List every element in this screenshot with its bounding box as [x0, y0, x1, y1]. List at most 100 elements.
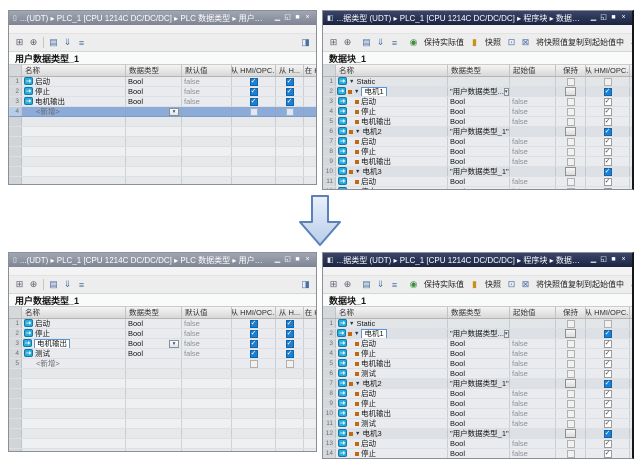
expand-triangle-icon[interactable]: ▼	[349, 321, 354, 327]
close-button[interactable]: ×	[619, 254, 628, 266]
hmi-opc-checkbox[interactable]: ✓	[603, 419, 612, 428]
startvalue-cell[interactable]: false	[510, 187, 556, 189]
defaultvalue-cell[interactable]: false	[182, 339, 232, 348]
insert-row-icon[interactable]: ⊞	[327, 36, 340, 49]
retain-checkbox[interactable]	[566, 419, 575, 428]
restore-button[interactable]: ◱	[283, 12, 292, 24]
hmi-opc-checkbox[interactable]: ✓	[603, 157, 612, 166]
datatype-cell[interactable]: Bool	[448, 97, 510, 106]
hmi-opc-checkbox[interactable]: ✓	[603, 389, 612, 398]
defaultvalue-cell[interactable]: false	[182, 349, 232, 358]
startvalue-cell[interactable]	[510, 379, 556, 388]
name-cell[interactable]: 启动	[336, 339, 448, 348]
datatype-dropdown-button[interactable]: ▾	[503, 87, 509, 96]
hmi-opc-checkbox[interactable]: ✓	[603, 429, 612, 438]
table-row[interactable]: 2 停止 Bool false ✓ ✓ ✓	[9, 329, 316, 339]
datatype-cell[interactable]: Bool	[448, 157, 510, 166]
startvalue-cell[interactable]	[510, 87, 556, 96]
hmi-opc-checkbox[interactable]: ✓	[603, 339, 612, 348]
datatype-cell[interactable]: Bool	[126, 349, 182, 358]
datatype-cell[interactable]: Bool	[448, 349, 510, 358]
name-edit-field[interactable]: 电机1	[361, 329, 387, 338]
hmi-opc-checkbox[interactable]	[249, 107, 258, 116]
table-row[interactable]: 4停止Boolfalse✓✓✓	[323, 107, 632, 117]
hmi-opc-checkbox[interactable]: ✓	[603, 107, 612, 116]
hmi-opc-checkbox[interactable]: ✓	[603, 349, 612, 358]
retain-checkbox[interactable]	[565, 87, 576, 96]
maximize-button[interactable]: ■	[293, 254, 302, 266]
startvalue-cell[interactable]: false	[510, 157, 556, 166]
hmi-opc-checkbox[interactable]: ✓	[603, 399, 612, 408]
toolbar-label[interactable]: 将快照值复制到起始值中	[533, 279, 627, 290]
startvalue-cell[interactable]: false	[510, 339, 556, 348]
download-icon[interactable]: ⇓	[61, 36, 74, 49]
name-cell[interactable]: 电机输出	[22, 339, 126, 348]
datatype-cell[interactable]: Bool	[448, 399, 510, 408]
expand-icon[interactable]: ◨	[299, 36, 312, 49]
table-row[interactable]: 6测试Boolfalse✓✓✓	[323, 369, 632, 379]
defaultvalue-cell[interactable]: false	[182, 97, 232, 106]
retain-checkbox[interactable]	[565, 429, 576, 438]
maximize-button[interactable]: ■	[609, 254, 618, 266]
name-cell[interactable]: 停止	[336, 107, 448, 116]
table-row[interactable]: 11启动Boolfalse✓✓✓	[323, 177, 632, 187]
defaultvalue-cell[interactable]: false	[182, 87, 232, 96]
restore-button[interactable]: ◱	[599, 12, 608, 24]
defaultvalue-cell[interactable]: false	[182, 77, 232, 86]
datatype-cell[interactable]: Bool	[448, 389, 510, 398]
name-cell[interactable]: ▼ 电机3	[336, 167, 448, 176]
retain-checkbox[interactable]	[566, 77, 575, 86]
restore-button[interactable]: ◱	[599, 254, 608, 266]
name-cell[interactable]: ▼ 电机1	[336, 87, 448, 96]
name-cell[interactable]: ▼ Static	[336, 77, 448, 86]
datatype-cell[interactable]	[126, 359, 182, 368]
name-cell[interactable]: 启动	[336, 137, 448, 146]
datatype-cell[interactable]: Bool	[126, 97, 182, 106]
datatype-cell[interactable]	[448, 77, 510, 86]
datatype-cell[interactable]: "用户数据类型_1"	[448, 167, 510, 176]
hmi-opc-checkbox[interactable]: ✓	[603, 449, 612, 458]
from-hmi-checkbox[interactable]: ✓	[285, 87, 294, 96]
hmi-opc-checkbox[interactable]: ✓	[249, 87, 258, 96]
snapshot-icon[interactable]: ⊡	[505, 278, 518, 291]
retain-checkbox[interactable]	[566, 349, 575, 358]
from-hmi-checkbox[interactable]: ✓	[285, 329, 294, 338]
hmi-opc-checkbox[interactable]	[249, 359, 258, 368]
table-row[interactable]: 5电机输出Boolfalse✓✓✓	[323, 117, 632, 127]
table-row[interactable]: 3启动Boolfalse✓✓✓	[323, 339, 632, 349]
from-hmi-checkbox[interactable]: ✓	[285, 97, 294, 106]
toolbar-label[interactable]: 将快照值复制到起始值中	[533, 37, 627, 48]
expand-triangle-icon[interactable]: ▼	[355, 129, 360, 135]
startvalue-cell[interactable]: false	[510, 389, 556, 398]
datatype-cell[interactable]: Bool	[126, 329, 182, 338]
table-row[interactable]: 8停止Boolfalse✓✓✓	[323, 147, 632, 157]
download-icon[interactable]: ⇓	[374, 36, 387, 49]
startvalue-cell[interactable]: false	[510, 147, 556, 156]
table-row[interactable]: 3 电机输出 Bool ▾ false ✓ ✓ ✓	[9, 339, 316, 349]
startvalue-cell[interactable]: false	[510, 399, 556, 408]
hmi-opc-checkbox[interactable]: ✓	[603, 87, 612, 96]
hmi-opc-checkbox[interactable]	[603, 319, 612, 328]
datatype-cell[interactable]: "用户数据类型_1"	[448, 127, 510, 136]
datatype-cell[interactable]: Bool	[448, 107, 510, 116]
toolbar-label[interactable]: 保持实际值	[421, 279, 467, 290]
datatype-cell[interactable]: Bool	[126, 87, 182, 96]
name-cell[interactable]: 电机输出	[336, 359, 448, 368]
from-hmi-checkbox[interactable]: ✓	[285, 319, 294, 328]
maximize-button[interactable]: ■	[609, 12, 618, 24]
add-row-icon[interactable]: ⊕	[27, 36, 40, 49]
toolbar-label[interactable]: 快照	[482, 37, 504, 48]
lock-icon[interactable]: ▮	[468, 36, 481, 49]
table-row[interactable]: 9停止Boolfalse✓✓✓	[323, 399, 632, 409]
monitor-icon[interactable]: ◉	[407, 36, 420, 49]
hmi-opc-checkbox[interactable]: ✓	[603, 137, 612, 146]
name-cell[interactable]: 电机输出	[336, 157, 448, 166]
defaultvalue-cell[interactable]	[182, 359, 232, 368]
table-row[interactable]: 3 电机输出 Bool false ✓ ✓ ✓	[9, 97, 316, 107]
startvalue-cell[interactable]	[510, 167, 556, 176]
name-cell[interactable]: 电机输出	[336, 117, 448, 126]
retain-checkbox[interactable]	[566, 97, 575, 106]
name-cell[interactable]: 停止	[22, 329, 126, 338]
expand-triangle-icon[interactable]: ▼	[354, 331, 359, 337]
retain-checkbox[interactable]	[566, 369, 575, 378]
